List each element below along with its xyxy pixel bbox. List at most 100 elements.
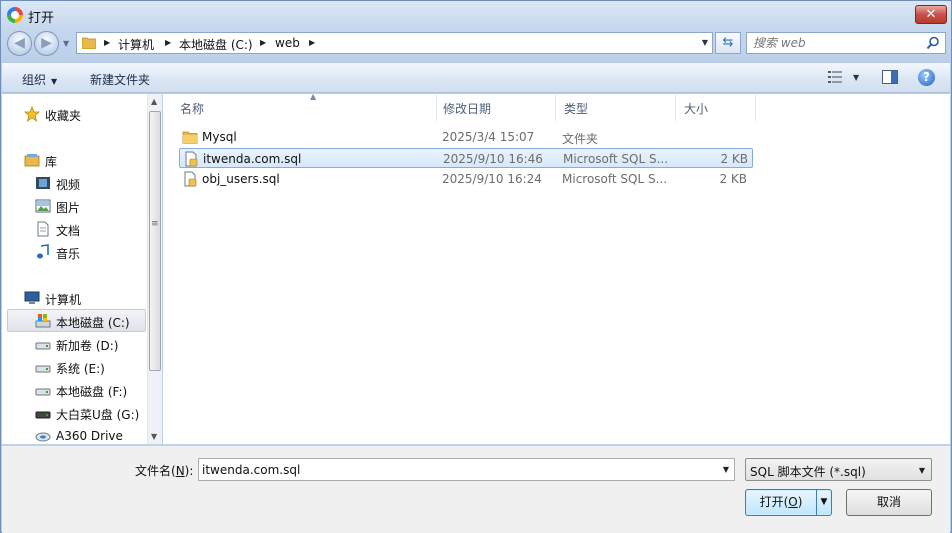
- recent-locations-dropdown-icon[interactable]: ▼: [63, 39, 69, 48]
- sort-ascending-icon: ▲: [310, 92, 317, 101]
- usb-drive-icon: [35, 411, 51, 419]
- open-label-end: ): [797, 495, 803, 509]
- file-date: 2025/9/10 16:24: [442, 172, 542, 186]
- system-drive-icon: [35, 314, 51, 328]
- folder-icon: [182, 131, 198, 144]
- grip-icon: ≡: [151, 219, 159, 229]
- file-type: Microsoft SQL S...: [562, 172, 667, 186]
- cancel-button[interactable]: 取消: [846, 489, 932, 516]
- breadcrumb-arrow-icon[interactable]: ▶: [165, 38, 171, 47]
- column-label: 名称: [180, 102, 205, 116]
- file-row-obj-users[interactable]: obj_users.sql 2025/9/10 16:24 Microsoft …: [179, 169, 753, 189]
- forward-button[interactable]: ▶: [34, 31, 59, 56]
- file-type-filter[interactable]: SQL 脚本文件 (*.sql) ▼: [745, 458, 932, 481]
- cloud-drive-icon: [35, 432, 51, 442]
- video-icon: [36, 177, 50, 189]
- breadcrumb-arrow-icon[interactable]: ▶: [104, 38, 110, 47]
- sql-file-icon: [184, 171, 197, 187]
- music-note-icon: [37, 244, 49, 259]
- column-header-type[interactable]: 类型: [556, 94, 676, 121]
- nav-label: 计算机: [45, 293, 82, 307]
- organize-button[interactable]: 组织 ▼: [22, 71, 57, 88]
- column-header-date[interactable]: 修改日期: [435, 94, 556, 121]
- chevron-down-icon[interactable]: ▼: [723, 465, 729, 474]
- new-folder-button[interactable]: 新建文件夹: [90, 71, 150, 88]
- computer-icon: [24, 291, 40, 304]
- file-size: 2 KB: [720, 152, 748, 166]
- file-type: 文件夹: [562, 132, 599, 146]
- filename-input[interactable]: [202, 462, 712, 478]
- drive-icon: [35, 342, 51, 350]
- breadcrumb-web[interactable]: web: [275, 36, 300, 50]
- chevron-down-icon: ▼: [51, 77, 58, 86]
- open-split-dropdown-icon[interactable]: ▼: [816, 490, 831, 515]
- nav-label: 本地磁盘 (F:): [56, 385, 128, 399]
- nav-label: 本地磁盘 (C:): [56, 316, 130, 330]
- nav-label: 系统 (E:): [56, 362, 105, 376]
- view-options-icon[interactable]: [828, 71, 842, 83]
- open-button[interactable]: 打开(O) ▼: [745, 489, 832, 516]
- open-button-main[interactable]: 打开(O): [746, 490, 816, 515]
- open-file-dialog: 打开 ✕ ◀ ▶ ▼ ▶ 计算机 ▶ 本地磁盘 (C:) ▶ web ▶ ▼ ⇆…: [0, 0, 952, 533]
- file-list: 名称 ▲ 修改日期 类型 大小 Mysql 2025/3/4 15:07 文件夹…: [163, 92, 950, 444]
- window-title: 打开: [28, 11, 55, 26]
- address-dropdown-icon[interactable]: ▼: [702, 38, 708, 47]
- scroll-down-icon[interactable]: ▼: [151, 432, 157, 441]
- nav-label: 库: [45, 155, 58, 169]
- breadcrumb-arrow-icon[interactable]: ▶: [309, 38, 315, 47]
- nav-label: 图片: [56, 201, 81, 215]
- nav-label: 文档: [56, 224, 81, 238]
- library-icon: [24, 154, 40, 167]
- file-type: Microsoft SQL S...: [563, 152, 668, 166]
- file-size: 2 KB: [719, 172, 747, 186]
- scroll-up-icon[interactable]: ▲: [151, 97, 157, 106]
- scroll-thumb[interactable]: [149, 111, 161, 371]
- navigation-pane: 收藏夹 库 视频 图片 文档 音乐 计算机 本地磁盘 (C:) 新加卷 (D:)…: [2, 94, 162, 444]
- drive-icon: [35, 365, 51, 373]
- back-button[interactable]: ◀: [7, 31, 32, 56]
- help-icon[interactable]: ?: [918, 69, 935, 86]
- picture-icon: [35, 199, 51, 213]
- file-date: 2025/9/10 16:46: [443, 152, 543, 166]
- breadcrumb-arrow-icon[interactable]: ▶: [260, 38, 266, 47]
- column-header-name[interactable]: 名称 ▲: [172, 92, 437, 121]
- title-bar: 打开 ✕: [1, 1, 951, 29]
- nav-label: 音乐: [56, 247, 81, 261]
- chevron-down-icon[interactable]: ▼: [853, 73, 859, 82]
- file-row-mysql[interactable]: Mysql 2025/3/4 15:07 文件夹: [179, 127, 753, 147]
- file-type-filter-value: SQL 脚本文件 (*.sql): [750, 465, 866, 479]
- refresh-button[interactable]: ⇆: [715, 32, 741, 54]
- preview-pane-icon[interactable]: [882, 70, 898, 84]
- nav-scrollbar[interactable]: ▲ ≡ ▼: [147, 94, 162, 444]
- app-logo-icon: [7, 7, 23, 23]
- nav-label: 收藏夹: [45, 109, 82, 123]
- search-icon[interactable]: [926, 36, 940, 50]
- filename-label-text: 文件名(: [135, 464, 176, 478]
- sql-file-icon: [185, 151, 198, 167]
- file-row-itwenda[interactable]: itwenda.com.sql 2025/9/10 16:46 Microsof…: [179, 148, 753, 168]
- nav-label: 新加卷 (D:): [56, 339, 119, 353]
- file-date: 2025/3/4 15:07: [442, 130, 535, 144]
- star-icon: [24, 106, 40, 122]
- filename-label-end: ):: [184, 464, 194, 478]
- document-icon: [37, 221, 49, 237]
- chevron-down-icon: ▼: [918, 466, 925, 475]
- breadcrumb-computer[interactable]: 计算机: [118, 36, 154, 53]
- filename-label: 文件名(N):: [135, 462, 193, 479]
- nav-label: 大白菜U盘 (G:): [56, 408, 140, 422]
- close-button[interactable]: ✕: [915, 5, 947, 24]
- folder-icon: [82, 37, 96, 49]
- search-input[interactable]: [753, 35, 923, 51]
- file-name: Mysql: [202, 130, 237, 144]
- nav-label: 视频: [56, 178, 81, 192]
- dialog-footer: 文件名(N): ▼ SQL 脚本文件 (*.sql) ▼ 打开(O) ▼ 取消: [2, 445, 950, 533]
- column-header-size[interactable]: 大小: [676, 94, 756, 121]
- file-name: obj_users.sql: [202, 172, 280, 186]
- filename-access-key: N: [175, 464, 185, 478]
- open-label: 打开(: [759, 495, 789, 509]
- filename-combobox[interactable]: ▼: [198, 458, 735, 481]
- search-box[interactable]: [746, 32, 946, 54]
- breadcrumb-drive-c[interactable]: 本地磁盘 (C:): [179, 36, 253, 53]
- address-bar[interactable]: ▶ 计算机 ▶ 本地磁盘 (C:) ▶ web ▶ ▼: [76, 32, 713, 54]
- command-toolbar: 组织 ▼ 新建文件夹 ▼ ?: [2, 62, 950, 93]
